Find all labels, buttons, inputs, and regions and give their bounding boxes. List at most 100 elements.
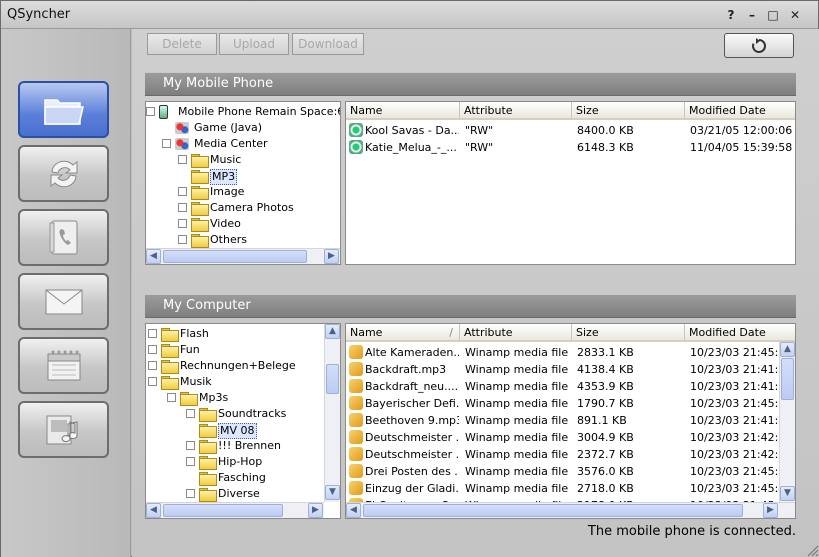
scroll-right-arrow[interactable]: ▶ bbox=[324, 249, 339, 264]
cell-size: 6148.3 KB bbox=[577, 141, 634, 154]
maximize-button[interactable]: □ bbox=[765, 7, 781, 23]
tree-node-label: Media Center bbox=[194, 137, 268, 150]
cell-name: Bayerischer Defi... bbox=[365, 397, 459, 410]
tree-node[interactable]: Diverse bbox=[146, 486, 326, 502]
tree-node[interactable]: Media Center bbox=[146, 136, 326, 152]
expand-toggle-icon[interactable] bbox=[178, 203, 187, 212]
column-header-name[interactable]: Name bbox=[346, 102, 460, 120]
scroll-left-arrow[interactable]: ◀ bbox=[146, 249, 161, 264]
tree-node[interactable]: Fun bbox=[146, 342, 326, 358]
expand-toggle-icon[interactable] bbox=[186, 441, 195, 450]
phone-tree-hscrollbar[interactable]: ◀ ▶ bbox=[146, 248, 340, 264]
scroll-down-arrow[interactable]: ▼ bbox=[780, 486, 795, 501]
computer-list-hscrollbar[interactable]: ◀ ▶ bbox=[346, 502, 795, 518]
file-manager-button[interactable] bbox=[18, 81, 109, 138]
table-row[interactable]: Katie_Melua_-_... "RW" 6148.3 KB 11/04/05 1… bbox=[346, 139, 792, 156]
media-button[interactable] bbox=[18, 401, 109, 458]
scroll-thumb[interactable] bbox=[163, 504, 283, 517]
table-row[interactable]: Beethoven 9.mp3 Winamp media file 891.1 KB… bbox=[346, 412, 780, 429]
cell-date: 10/23/03 21:45:08 bbox=[690, 397, 780, 410]
scroll-thumb[interactable] bbox=[781, 358, 794, 400]
column-header-modified-date[interactable]: Modified Date bbox=[685, 102, 795, 120]
tree-node[interactable]: Others bbox=[146, 232, 326, 248]
expand-toggle-icon[interactable] bbox=[186, 409, 195, 418]
scroll-thumb[interactable] bbox=[363, 504, 743, 517]
tree-node[interactable]: Game (Java) bbox=[146, 120, 326, 136]
computer-tree-hscrollbar[interactable]: ◀ ▶ bbox=[146, 502, 324, 518]
scroll-right-arrow[interactable]: ▶ bbox=[763, 503, 778, 518]
column-header-size[interactable]: Size bbox=[572, 102, 685, 120]
upload-button[interactable]: Upload bbox=[219, 33, 289, 55]
sync-button[interactable] bbox=[18, 145, 109, 202]
resize-grip-icon[interactable] bbox=[805, 543, 819, 557]
expand-toggle-icon[interactable] bbox=[178, 187, 187, 196]
tree-node[interactable]: Hip-Hop bbox=[146, 454, 326, 470]
scroll-right-arrow[interactable]: ▶ bbox=[308, 503, 323, 518]
table-row[interactable]: Drei Posten des ... Winamp media file 3576… bbox=[346, 463, 780, 480]
scroll-up-arrow[interactable]: ▲ bbox=[325, 324, 340, 339]
expand-toggle-icon[interactable] bbox=[167, 393, 176, 402]
table-row[interactable]: Deutschmeister ... Winamp media file 3004.… bbox=[346, 429, 780, 446]
scroll-down-arrow[interactable]: ▼ bbox=[325, 485, 340, 500]
computer-folder-tree[interactable]: Flash Fun Rechnungen+Belege Musik Mp3s Soundt… bbox=[145, 323, 341, 519]
column-header-attribute[interactable]: Attribute bbox=[460, 102, 572, 120]
calendar-button[interactable] bbox=[18, 337, 109, 394]
table-row[interactable]: Bayerischer Defi... Winamp media file 1790… bbox=[346, 395, 780, 412]
tree-node[interactable]: Rechnungen+Belege bbox=[146, 358, 326, 374]
tree-node[interactable]: Musik bbox=[146, 374, 326, 390]
scroll-thumb[interactable] bbox=[163, 250, 307, 263]
expand-toggle-icon[interactable] bbox=[148, 329, 157, 338]
expand-toggle-icon[interactable] bbox=[146, 107, 155, 116]
tree-node[interactable]: Flash bbox=[146, 326, 326, 342]
computer-file-list[interactable]: Name / Attribute Size Modified Date Alte Kam… bbox=[345, 323, 796, 519]
scroll-left-arrow[interactable]: ◀ bbox=[146, 503, 161, 518]
tree-node[interactable]: Video bbox=[146, 216, 326, 232]
tree-node[interactable]: Mobile Phone Remain Space:686 bbox=[146, 104, 340, 120]
download-button[interactable]: Download bbox=[292, 33, 364, 55]
tree-node[interactable]: Soundtracks bbox=[146, 406, 326, 422]
table-row[interactable]: Einzug der Gladi... Winamp media file 2718… bbox=[346, 480, 780, 497]
tree-node[interactable]: Fasching bbox=[146, 470, 326, 486]
messages-button[interactable] bbox=[18, 273, 109, 330]
tree-node-label: Rechnungen+Belege bbox=[180, 359, 296, 372]
refresh-button[interactable] bbox=[724, 33, 794, 58]
close-button[interactable]: ✕ bbox=[787, 7, 803, 23]
scroll-left-arrow[interactable]: ◀ bbox=[346, 503, 361, 518]
expand-toggle-icon[interactable] bbox=[186, 489, 195, 498]
scroll-up-arrow[interactable]: ▲ bbox=[780, 342, 795, 357]
tree-node[interactable]: MP3 bbox=[146, 168, 326, 185]
minimize-button[interactable]: – bbox=[744, 7, 760, 23]
phone-folder-tree[interactable]: Mobile Phone Remain Space:686 Game (Java)… bbox=[145, 101, 341, 265]
table-row[interactable]: Alte Kameraden... Winamp media file 2833.1… bbox=[346, 344, 780, 361]
expand-toggle-icon[interactable] bbox=[178, 219, 187, 228]
tree-node[interactable]: Image bbox=[146, 184, 326, 200]
tree-node[interactable]: MV 08 bbox=[146, 422, 326, 439]
expand-toggle-icon[interactable] bbox=[178, 235, 187, 244]
table-row[interactable]: Deutschmeister ... Winamp media file 2372.… bbox=[346, 446, 780, 463]
phonebook-button[interactable] bbox=[18, 209, 109, 266]
expand-toggle-icon[interactable] bbox=[162, 139, 171, 148]
computer-list-vscrollbar[interactable]: ▲ ▼ bbox=[779, 342, 795, 502]
phone-section-header: My Mobile Phone bbox=[145, 72, 796, 96]
expand-toggle-icon[interactable] bbox=[148, 361, 157, 370]
tree-node[interactable]: Music bbox=[146, 152, 326, 168]
expand-toggle-icon[interactable] bbox=[186, 457, 195, 466]
table-row[interactable]: Backdraft.mp3 Winamp media file 4138.4 KB 1… bbox=[346, 361, 780, 378]
tree-node-label: Music bbox=[210, 153, 242, 166]
expand-toggle-icon[interactable] bbox=[148, 377, 157, 386]
folder-icon bbox=[191, 218, 209, 232]
expand-toggle-icon[interactable] bbox=[148, 345, 157, 354]
tree-node[interactable]: Mp3s bbox=[146, 390, 326, 406]
delete-button[interactable]: Delete bbox=[147, 33, 217, 55]
phone-file-list[interactable]: Name Attribute Size Modified Date Kool Sava… bbox=[345, 101, 796, 265]
help-button[interactable]: ? bbox=[723, 7, 739, 23]
table-row[interactable]: Backdraft_neu.... Winamp media file 4353.9… bbox=[346, 378, 780, 395]
cell-date: 10/23/03 21:45:34 bbox=[690, 465, 780, 478]
tree-node[interactable]: !!! Brennen bbox=[146, 438, 326, 454]
computer-section-header: My Computer bbox=[145, 294, 796, 318]
scroll-thumb[interactable] bbox=[326, 364, 339, 394]
table-row[interactable]: Kool Savas - Da... "RW" 8400.0 KB 03/21/05 … bbox=[346, 122, 792, 139]
tree-node[interactable]: Camera Photos bbox=[146, 200, 326, 216]
computer-tree-vscrollbar[interactable]: ▲ ▼ bbox=[324, 324, 340, 502]
expand-toggle-icon[interactable] bbox=[178, 155, 187, 164]
